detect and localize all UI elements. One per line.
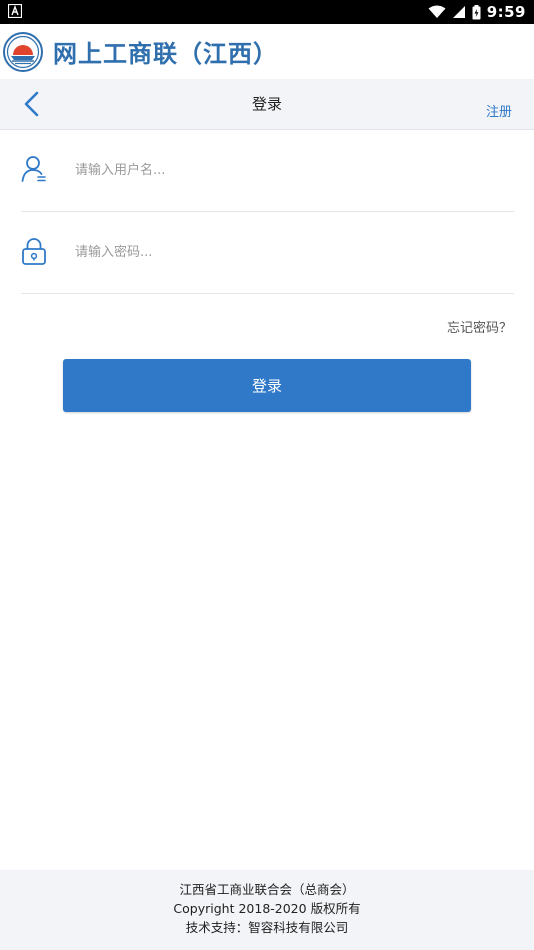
brand-header: 网上工商联（江西） xyxy=(0,24,534,79)
status-bar: 9:59 xyxy=(0,0,534,24)
password-row xyxy=(21,211,514,294)
federation-emblem-icon xyxy=(3,31,43,72)
login-button[interactable]: 登录 xyxy=(63,359,471,412)
footer: 江西省工商业联合会（总商会） Copyright 2018-2020 版权所有 … xyxy=(0,870,534,950)
register-link[interactable]: 注册 xyxy=(486,101,512,120)
username-input[interactable] xyxy=(73,155,497,185)
password-input[interactable] xyxy=(73,237,497,267)
lock-icon xyxy=(22,238,46,265)
footer-copyright: Copyright 2018-2020 版权所有 xyxy=(173,901,361,916)
user-icon xyxy=(21,156,46,182)
status-time: 9:59 xyxy=(486,3,526,21)
footer-org: 江西省工商业联合会（总商会） xyxy=(179,882,355,897)
status-icons: 9:59 xyxy=(428,0,526,24)
nav-bar: 登录 注册 xyxy=(0,79,534,130)
signal-icon xyxy=(452,6,465,18)
username-row xyxy=(21,129,514,212)
wifi-icon xyxy=(428,5,446,18)
battery-icon xyxy=(472,4,481,19)
page-title: 登录 xyxy=(251,95,282,113)
forgot-password-link[interactable]: 忘记密码？ xyxy=(447,317,512,336)
footer-tech-support: 技术支持：智容科技有限公司 xyxy=(185,920,349,935)
brand-title: 网上工商联（江西） xyxy=(53,39,278,68)
notification-a-icon xyxy=(8,4,22,18)
